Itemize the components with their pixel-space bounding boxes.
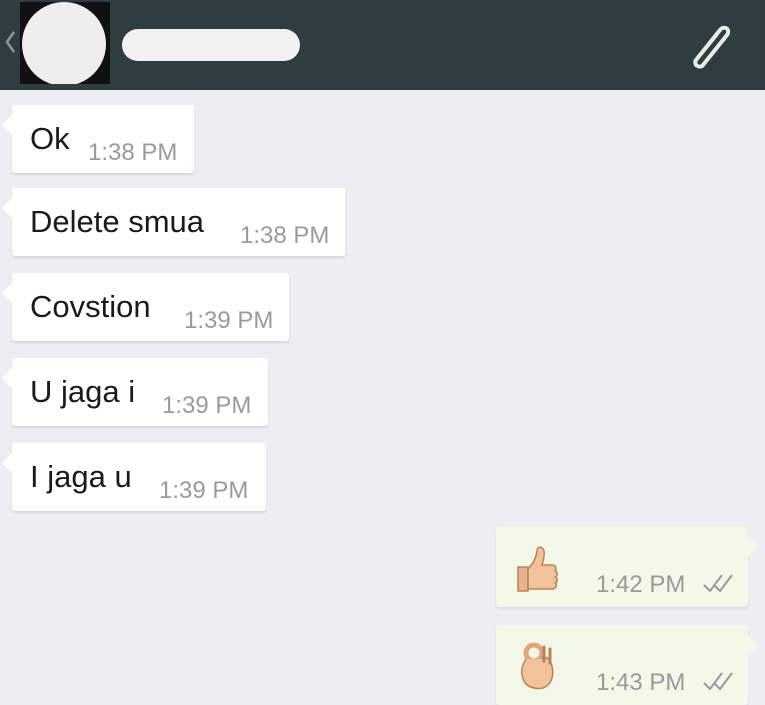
- message-time: 1:38 PM: [240, 222, 330, 249]
- message-bubble-outgoing[interactable]: 1:43 PM: [496, 625, 758, 705]
- avatar-redacted: [22, 2, 106, 84]
- attach-button[interactable]: [676, 14, 738, 76]
- contact-name-redacted[interactable]: [122, 29, 300, 61]
- message-text: Delete smua: [30, 204, 205, 239]
- message-text: Ok: [30, 121, 70, 156]
- ok-hand-icon: [521, 642, 554, 690]
- message-text: Covstion: [30, 289, 151, 324]
- double-check-icon: [703, 672, 733, 691]
- chat-header: [0, 0, 765, 90]
- message-time: 1:39 PM: [184, 307, 274, 334]
- message-time: 1:42 PM: [596, 571, 686, 598]
- message-bubble[interactable]: Covstion 1:39 PM: [2, 273, 289, 341]
- thumbs-up-icon: [517, 546, 558, 592]
- message-bubble[interactable]: Ok 1:38 PM: [2, 105, 194, 173]
- message-bubble[interactable]: I jaga u 1:39 PM: [2, 443, 266, 511]
- message-time: 1:43 PM: [596, 669, 686, 696]
- message-list[interactable]: Ok 1:38 PM Delete smua 1:38 PM Covstion …: [0, 90, 765, 705]
- back-button[interactable]: [0, 22, 20, 62]
- message-bubble[interactable]: Delete smua 1:38 PM: [2, 188, 345, 256]
- message-bubble[interactable]: U jaga i 1:39 PM: [2, 358, 268, 426]
- double-check-icon: [703, 574, 733, 593]
- message-time: 1:39 PM: [159, 477, 249, 504]
- contact-avatar[interactable]: [20, 2, 110, 84]
- message-time: 1:38 PM: [88, 139, 178, 166]
- paperclip-icon: [693, 25, 731, 69]
- message-text: I jaga u: [30, 459, 132, 494]
- message-bubble-outgoing[interactable]: 1:42 PM: [496, 527, 758, 607]
- chevron-left-icon: [5, 31, 16, 53]
- message-text: U jaga i: [30, 374, 136, 409]
- message-time: 1:39 PM: [162, 392, 252, 419]
